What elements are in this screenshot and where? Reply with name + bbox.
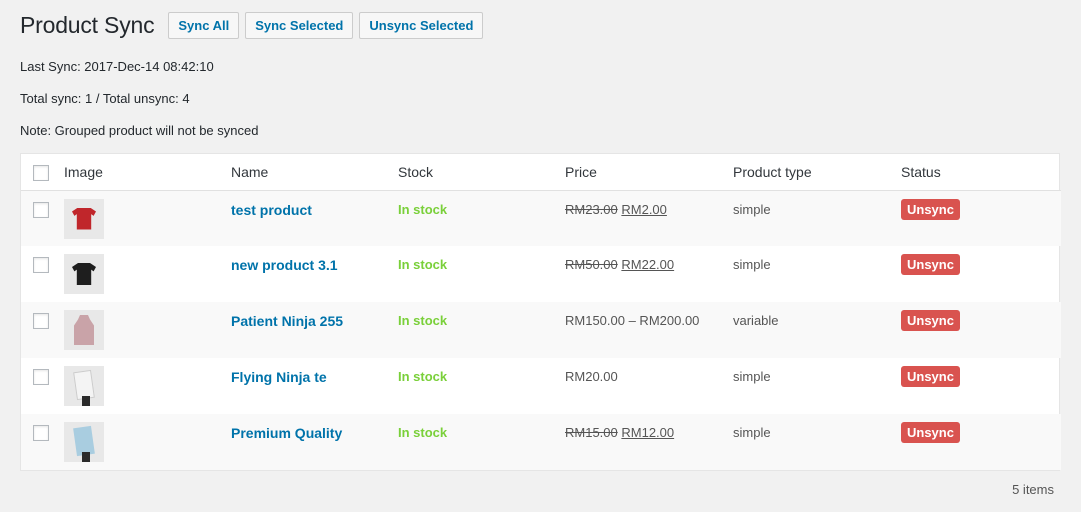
stock-status: In stock xyxy=(398,425,448,440)
row-checkbox[interactable] xyxy=(33,425,49,441)
column-header-image: Image xyxy=(64,154,231,191)
product-type: simple xyxy=(733,369,771,384)
unsync-selected-button[interactable]: Unsync Selected xyxy=(359,12,484,39)
regular-price: RM50.00 xyxy=(565,257,618,272)
product-name-link[interactable]: Premium Quality xyxy=(231,425,342,441)
product-type: simple xyxy=(733,425,771,440)
note-text: Note: Grouped product will not be synced xyxy=(20,123,259,138)
unsync-badge: Unsync xyxy=(901,198,960,220)
table-row: Patient Ninja 255 In stock RM150.00 – RM… xyxy=(21,302,1061,358)
product-type: variable xyxy=(733,313,779,328)
sale-price: RM22.00 xyxy=(621,257,675,272)
price: RM20.00 xyxy=(565,369,618,384)
product-type: simple xyxy=(733,257,771,272)
product-thumbnail-black-tshirt[interactable] xyxy=(64,254,104,294)
unsync-badge: Unsync xyxy=(901,254,960,275)
product-thumbnail-pink-hoodie[interactable] xyxy=(64,310,104,350)
totals-text: Total sync: 1 / Total unsync: 4 xyxy=(20,91,190,106)
stock-status: In stock xyxy=(398,201,448,217)
sale-price: RM2.00 xyxy=(621,201,667,217)
product-name-link[interactable]: new product 3.1 xyxy=(231,257,338,273)
row-checkbox[interactable] xyxy=(33,201,49,218)
sync-all-button[interactable]: Sync All xyxy=(168,12,240,39)
sync-selected-button[interactable]: Sync Selected xyxy=(245,12,354,39)
product-type: simple xyxy=(733,201,771,217)
select-all-checkbox[interactable] xyxy=(33,164,49,181)
unsync-badge: Unsync xyxy=(901,366,960,387)
table-row: Premium Quality In stock RM15.00 RM12.00… xyxy=(21,414,1061,470)
row-checkbox[interactable] xyxy=(33,257,49,273)
stock-status: In stock xyxy=(398,313,448,328)
column-header-status: Status xyxy=(901,154,1061,191)
product-thumbnail-poster-blue[interactable] xyxy=(64,422,104,462)
table-header-row: Image Name Stock Price Product type Stat… xyxy=(21,154,1061,191)
table-row: new product 3.1 In stock RM50.00 RM22.00… xyxy=(21,246,1061,302)
table-row: test product In stock RM23.00 RM2.00 sim… xyxy=(21,190,1061,246)
unsync-badge: Unsync xyxy=(901,422,960,443)
column-header-product-type: Product type xyxy=(733,154,901,191)
product-name-link[interactable]: test product xyxy=(231,202,312,218)
product-name-link[interactable]: Patient Ninja 255 xyxy=(231,313,343,329)
column-header-price: Price xyxy=(565,154,733,191)
page-header: Product Sync Sync All Sync Selected Unsy… xyxy=(20,12,484,39)
row-checkbox[interactable] xyxy=(33,313,49,329)
sale-price: RM12.00 xyxy=(621,425,675,440)
last-sync-text: Last Sync: 2017-Dec-14 08:42:10 xyxy=(20,59,214,74)
product-thumbnail-poster-white[interactable] xyxy=(64,366,104,406)
stock-status: In stock xyxy=(398,257,448,272)
unsync-badge: Unsync xyxy=(901,310,960,331)
column-header-name: Name xyxy=(231,154,398,191)
column-header-stock: Stock xyxy=(398,154,565,191)
product-name-link[interactable]: Flying Ninja te xyxy=(231,369,327,385)
price-range: RM150.00 – RM200.00 xyxy=(565,313,700,328)
product-thumbnail-red-tshirt[interactable] xyxy=(64,198,104,239)
table-row: Flying Ninja te In stock RM20.00 simple … xyxy=(21,358,1061,414)
items-count: 5 items xyxy=(1012,482,1054,497)
row-checkbox[interactable] xyxy=(33,369,49,385)
page-title: Product Sync xyxy=(20,12,155,38)
regular-price: RM23.00 xyxy=(565,201,618,217)
stock-status: In stock xyxy=(398,369,448,384)
product-table: Image Name Stock Price Product type Stat… xyxy=(20,153,1061,471)
regular-price: RM15.00 xyxy=(565,425,618,440)
